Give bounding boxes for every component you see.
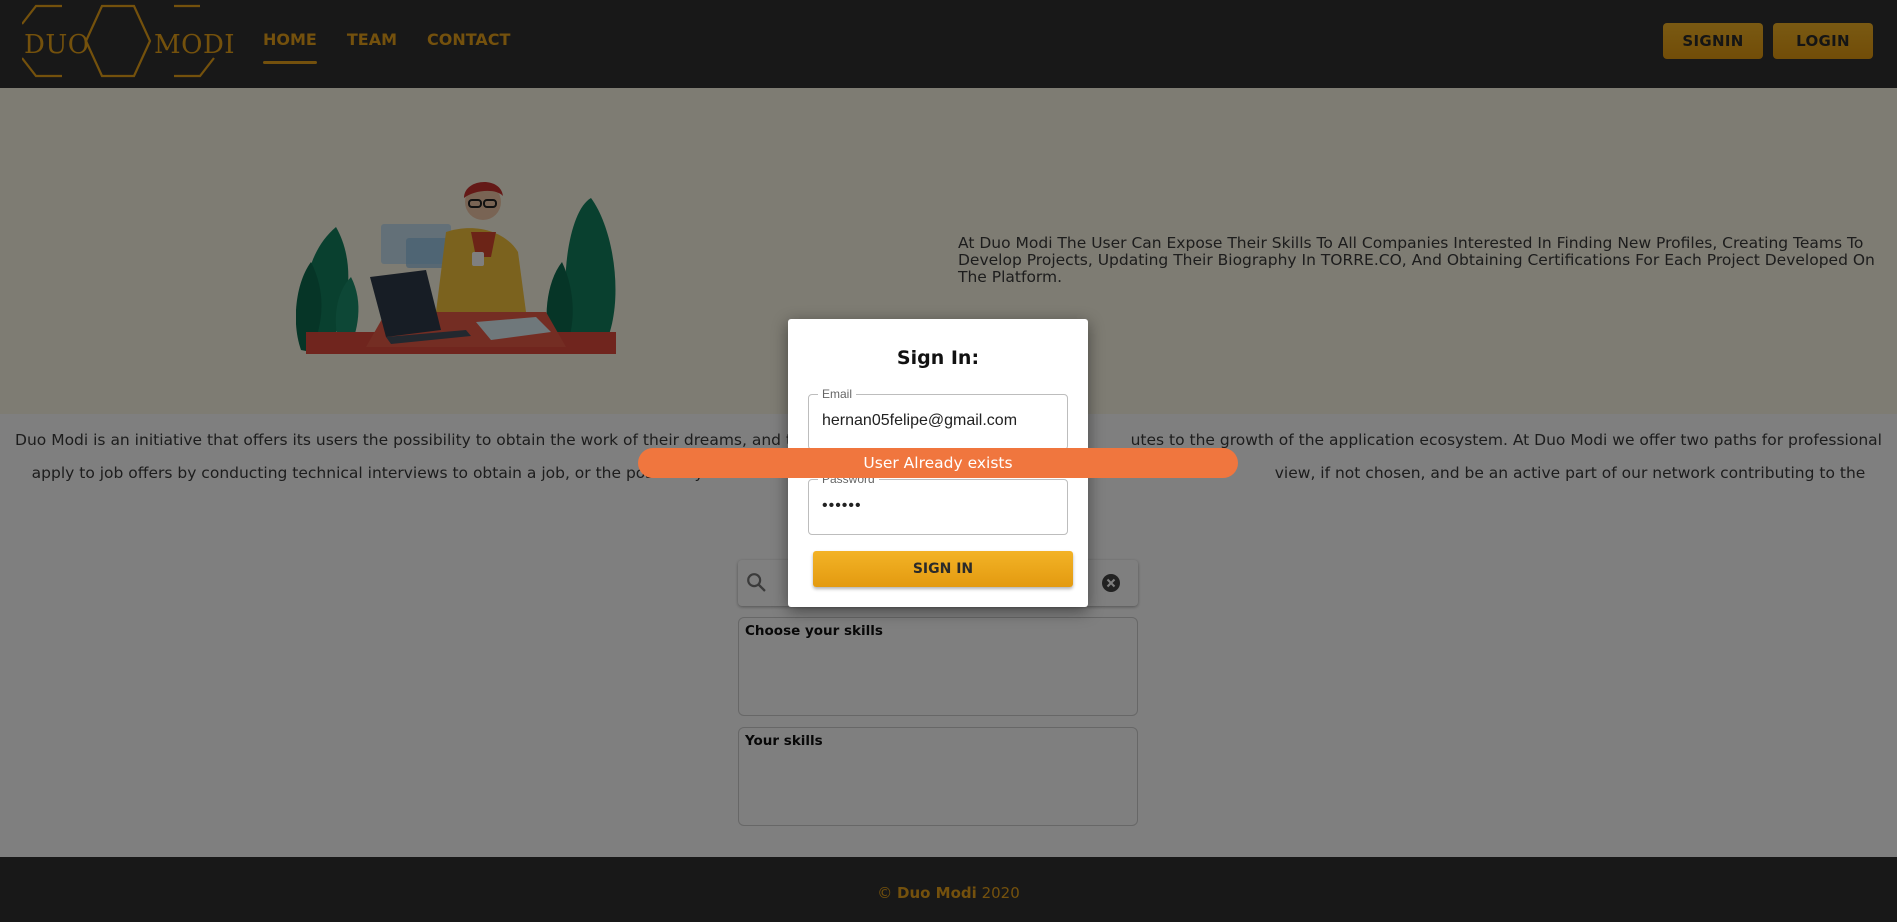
- email-label: Email: [818, 387, 857, 401]
- email-field[interactable]: Email hernan05felipe@gmail.com: [808, 387, 1068, 450]
- email-value[interactable]: hernan05felipe@gmail.com: [822, 412, 1017, 430]
- error-toast: User Already exists: [638, 448, 1238, 478]
- signin-submit-button[interactable]: SIGN IN: [813, 551, 1073, 587]
- modal-title: Sign In:: [896, 347, 980, 369]
- password-field[interactable]: Password ••••••: [808, 472, 1068, 535]
- password-value[interactable]: ••••••: [822, 497, 862, 515]
